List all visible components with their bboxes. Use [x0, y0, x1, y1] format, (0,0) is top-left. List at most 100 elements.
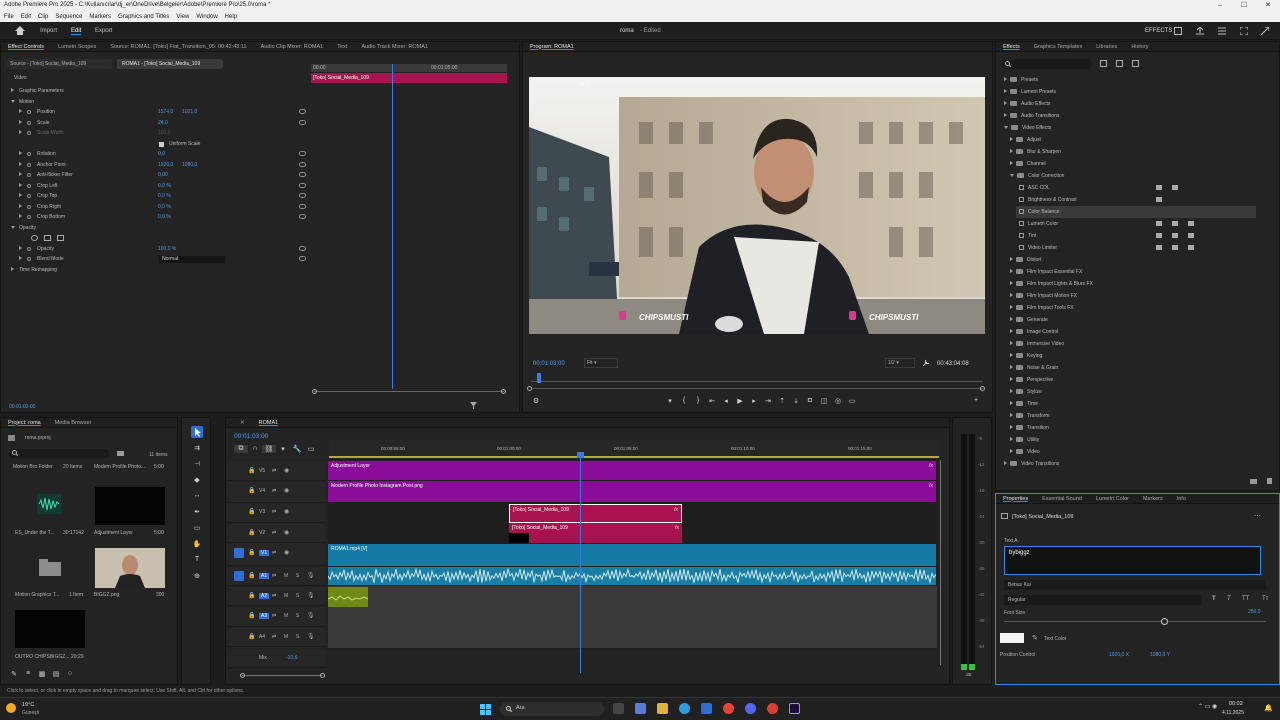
keyframe-toggle-icon[interactable] [27, 131, 31, 135]
keyframe-toggle-icon[interactable] [27, 184, 31, 188]
tab-graphics-templates[interactable]: Graphics Templates [1034, 44, 1083, 50]
expand-icon[interactable] [19, 120, 22, 124]
yuv-filter-icon[interactable] [1132, 60, 1139, 67]
weather-icon[interactable] [6, 703, 16, 713]
expand-icon[interactable] [19, 204, 22, 208]
sequence-clip-tab[interactable]: ROMA1 - [Toko] Social_Media_109 [117, 59, 223, 69]
timeline-v-scroll[interactable] [940, 460, 941, 665]
uniform-scale-checkbox[interactable] [159, 142, 164, 147]
lock-icon[interactable]: 🔒 [248, 549, 255, 556]
fit-dropdown[interactable]: Fit ▾ [584, 358, 618, 368]
expand-icon[interactable] [1010, 317, 1013, 321]
clip-roma1-audio[interactable] [327, 567, 937, 585]
expand-icon[interactable] [1010, 425, 1013, 429]
timeline-playhead[interactable] [580, 453, 581, 673]
export-frame-icon[interactable]: ◘ [803, 397, 817, 405]
timeline-scroll-left[interactable] [240, 673, 245, 678]
program-timecode[interactable]: 00:01:03:00 [533, 361, 565, 367]
track-header[interactable]: 🔒 V3 ⇄ ◉ [228, 503, 326, 523]
premiere-icon[interactable] [789, 703, 800, 714]
eye-icon[interactable]: ◉ [284, 549, 289, 556]
tab-history[interactable]: History [1131, 44, 1148, 50]
effects-tree-item[interactable]: Lumetri Presets [1004, 86, 1056, 98]
expand-icon[interactable] [19, 109, 22, 113]
position-y-value[interactable]: 1080,0 Y [1150, 652, 1170, 658]
tab-essential-sound[interactable]: Essential Sound [1042, 496, 1082, 502]
lock-icon[interactable]: 🔒 [248, 467, 255, 474]
track-header[interactable]: 🔒 V2 ⇄ ◉ [228, 524, 326, 543]
add-marker-icon[interactable]: ▾ [663, 397, 677, 405]
property-value[interactable]: 0,0 % [158, 191, 171, 201]
freeform-view-icon[interactable]: ▤ [49, 670, 63, 678]
source-clip-tab[interactable]: Source - [Toko] Social_Media_109 [5, 59, 113, 69]
effect-property-row[interactable]: Blend Mode Normal [1, 254, 306, 264]
property-value-2[interactable]: 1080,0 [182, 160, 197, 170]
sync-lock-icon[interactable]: ⇄ [272, 509, 276, 515]
tab-timeline-sequence[interactable]: ROMA1 [259, 420, 279, 426]
expand-icon[interactable] [1010, 161, 1013, 165]
reset-icon[interactable] [299, 162, 306, 167]
source-patch-toggle[interactable] [234, 548, 244, 558]
effects-tree-item[interactable]: Audio Effects [1004, 98, 1050, 110]
sync-lock-icon[interactable]: ⇄ [272, 613, 276, 619]
play-icon[interactable]: ▶ [733, 397, 747, 405]
mute-button[interactable]: M [284, 573, 288, 579]
expand-icon[interactable] [19, 162, 22, 166]
keyframe-toggle-icon[interactable] [27, 205, 31, 209]
property-value[interactable]: 24,0 [158, 118, 168, 128]
effect-property-row[interactable]: Crop Top 0,0 % [1, 191, 306, 201]
track-name[interactable]: A1 [259, 573, 270, 579]
track-header[interactable]: 🔒 V1 ⇄ ◉ [228, 544, 326, 566]
effect-property-row[interactable]: Anti-flicker Filter 0,00 [1, 170, 306, 180]
effect-property-row[interactable]: Uniform Scale [1, 139, 296, 149]
reset-icon[interactable] [299, 183, 306, 188]
biggz-thumbnail[interactable] [95, 548, 165, 588]
tab-program[interactable]: Program: ROMA1 [530, 44, 574, 50]
expand-icon[interactable] [19, 246, 22, 250]
work-area-bar[interactable] [329, 456, 939, 458]
project-item[interactable]: OUTRO CHIPSBIGGZ... 20:29 [5, 654, 89, 662]
eye-icon[interactable]: ◉ [284, 467, 289, 474]
audio-thumbnail[interactable] [37, 494, 61, 514]
extract-icon[interactable]: ⇣ [789, 397, 803, 405]
effects-tree-item[interactable]: Video Limiter [1016, 242, 1057, 254]
ec-timecode[interactable]: 00:01:03:00 [9, 404, 35, 410]
property-value[interactable]: 1920,0 [158, 160, 173, 170]
expand-icon[interactable] [1010, 293, 1013, 297]
effects-tree-item[interactable]: Channel [1010, 158, 1046, 170]
expand-icon[interactable] [19, 172, 22, 176]
timeline-h-scroll[interactable] [242, 675, 322, 676]
pen-mask-icon[interactable] [57, 235, 64, 241]
mix-track-header[interactable]: Mix -10,6 [228, 650, 326, 668]
menu-file[interactable]: File [4, 12, 14, 22]
property-value[interactable]: 0,0 % [158, 212, 171, 222]
solo-button[interactable]: S [296, 573, 299, 579]
workspace-label[interactable]: EFFECTS [1145, 28, 1172, 34]
clip-adjustment-layer[interactable]: Adjustment Layer fx [328, 461, 936, 480]
keyframe-toggle-icon[interactable] [27, 215, 31, 219]
eye-icon[interactable]: ◉ [284, 487, 289, 494]
property-value[interactable]: 0,00 [158, 170, 168, 180]
effects-tree-item[interactable]: Time [1010, 398, 1038, 410]
effects-tree-item[interactable]: Noise & Grain [1010, 362, 1058, 374]
effect-property-row[interactable]: Rotation 0,0 [1, 149, 306, 159]
effect-property-row[interactable]: Crop Left 0,0 % [1, 181, 306, 191]
reset-icon[interactable] [299, 193, 306, 198]
font-size-slider-handle[interactable] [1161, 618, 1168, 625]
settings-icon[interactable]: ⚙ [529, 397, 543, 405]
playhead-handle[interactable] [577, 452, 584, 458]
selection-tool[interactable] [191, 426, 203, 438]
more-icon[interactable]: ⋯ [1254, 512, 1261, 520]
lock-icon[interactable]: 🔒 [248, 612, 255, 619]
property-value-2[interactable]: 1021,0 [182, 107, 197, 117]
ec-zoom-handle-left[interactable] [312, 389, 317, 394]
sync-lock-icon[interactable]: ⇄ [272, 634, 276, 640]
notification-bell-icon[interactable]: 🔔 [1264, 704, 1273, 712]
ec-clip-bar[interactable]: [Toko] Social_Media_109 [311, 73, 507, 83]
property-value[interactable]: 0,0 % [158, 202, 171, 212]
track-name[interactable]: V5 [259, 468, 265, 474]
eyedropper-icon[interactable]: ✎ [1032, 634, 1038, 642]
expand-icon[interactable] [1010, 365, 1013, 369]
track-name[interactable]: V3 [259, 509, 265, 515]
effects-tree-item[interactable]: Transition [1010, 422, 1049, 434]
